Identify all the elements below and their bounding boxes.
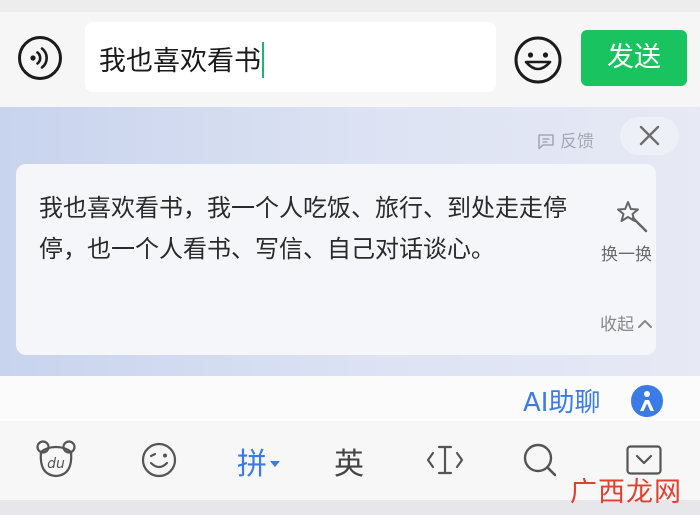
close-icon [639,125,660,146]
feedback-icon [538,134,554,150]
message-input-text: 我也喜欢看书 [99,39,264,78]
search-icon[interactable] [522,442,558,478]
pinyin-mode-button[interactable]: 拼 [237,439,281,483]
swap-label[interactable]: 换一换 [601,240,652,265]
du-bear-icon-text: du [47,456,65,472]
send-button[interactable]: 发送 [581,30,687,86]
magic-wand-icon[interactable] [613,199,649,235]
ai-chat-button[interactable]: AI助聊 [523,382,600,419]
ai-chat-row: AI助聊 [0,376,700,421]
ai-suggestion-panel: 反馈 我也喜欢看书，我一个人吃饭、旅行、到处走走停停，也一个人看书、写信、自己对… [0,107,700,376]
suggestion-text: 我也喜欢看书，我一个人吃饭、旅行、到处走走停停，也一个人看书、写信、自己对话谈心… [39,194,567,263]
emoji-icon [514,36,562,84]
chat-input-bar: 我也喜欢看书 发送 [0,12,700,107]
message-input[interactable]: 我也喜欢看书 [85,22,496,92]
pinyin-label: 拼 [237,447,267,482]
text-cursor-icon[interactable] [426,443,464,477]
emoji-face-icon[interactable] [141,442,177,478]
watermark: 广西龙网 [570,477,682,508]
english-mode-button[interactable]: 英 [334,439,364,483]
ai-assistant-icon[interactable] [629,383,665,419]
collapse-label: 收起 [600,315,634,335]
feedback-label: 反馈 [560,132,594,152]
feedback-link[interactable]: 反馈 [537,127,594,152]
chevron-down-icon [270,461,280,467]
close-panel-button[interactable] [620,117,679,155]
voice-button[interactable] [18,36,62,80]
chevron-up-icon [638,320,652,328]
top-strip [0,0,700,12]
voice-icon [30,47,48,69]
suggestion-card[interactable]: 我也喜欢看书，我一个人吃饭、旅行、到处走走停停，也一个人看书、写信、自己对话谈心… [16,164,656,355]
collapse-button[interactable]: 收起 [600,310,653,335]
emoji-button[interactable] [513,35,563,85]
du-bear-icon[interactable]: du [35,439,77,479]
text-caret [262,42,264,78]
